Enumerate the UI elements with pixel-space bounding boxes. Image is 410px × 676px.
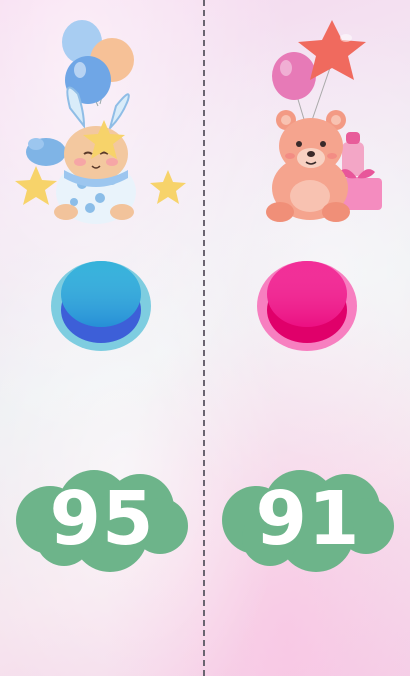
score-cloud-right: 91 [220, 464, 396, 576]
score-cloud-left: 95 [14, 464, 190, 576]
teddy-bear-with-balloons-icon [206, 16, 410, 226]
tap-button-blue[interactable] [50, 256, 152, 352]
tap-button-pink[interactable] [256, 256, 358, 352]
player-left-panel: 95 [0, 0, 204, 676]
bunny-with-balloons-icon [0, 16, 204, 226]
score-left: 95 [49, 476, 155, 562]
player-right-panel: 91 [206, 0, 410, 676]
score-right: 91 [255, 476, 361, 562]
